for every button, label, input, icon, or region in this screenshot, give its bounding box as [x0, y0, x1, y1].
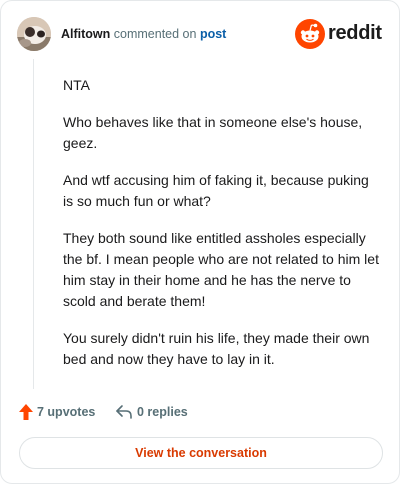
comment-paragraph: Who behaves like that in someone else's … [63, 114, 363, 151]
comment-paragraph: And wtf accusing him of faking it, becau… [63, 172, 369, 209]
reddit-logo[interactable]: reddit [295, 19, 383, 49]
reddit-snoo-icon [295, 19, 325, 49]
comment-body: NTA Who behaves like that in someone els… [63, 75, 381, 386]
embedded-comment-card: Alfitown commented on post reddit NTA Wh… [0, 0, 400, 484]
comment-paragraph: They both sound like entitled assholes e… [63, 230, 379, 309]
view-conversation-button[interactable]: View the conversation [19, 437, 383, 469]
username-link[interactable]: Alfitown [61, 27, 110, 41]
comment-paragraph: You surely didn't ruin his life, they ma… [63, 330, 370, 367]
upvote-button[interactable]: 7 upvotes [19, 401, 95, 423]
upvote-count: 7 upvotes [37, 405, 96, 419]
reply-count: 0 replies [137, 405, 188, 419]
thread-line [33, 59, 34, 389]
reddit-wordmark: reddit [328, 22, 382, 44]
upvote-arrow-icon [19, 404, 33, 420]
avatar[interactable] [17, 17, 51, 51]
reply-arrow-icon [116, 405, 132, 419]
replies-button[interactable]: 0 replies [115, 401, 188, 423]
comment-actions: 7 upvotes 0 replies [19, 401, 381, 423]
action-text: commented on [113, 27, 197, 41]
post-link[interactable]: post [200, 27, 226, 41]
comment-paragraph: NTA [63, 77, 90, 93]
avatar-image [17, 17, 51, 51]
comment-header: Alfitown commented on post reddit [17, 17, 383, 51]
comment-meta: Alfitown commented on post [61, 27, 226, 41]
